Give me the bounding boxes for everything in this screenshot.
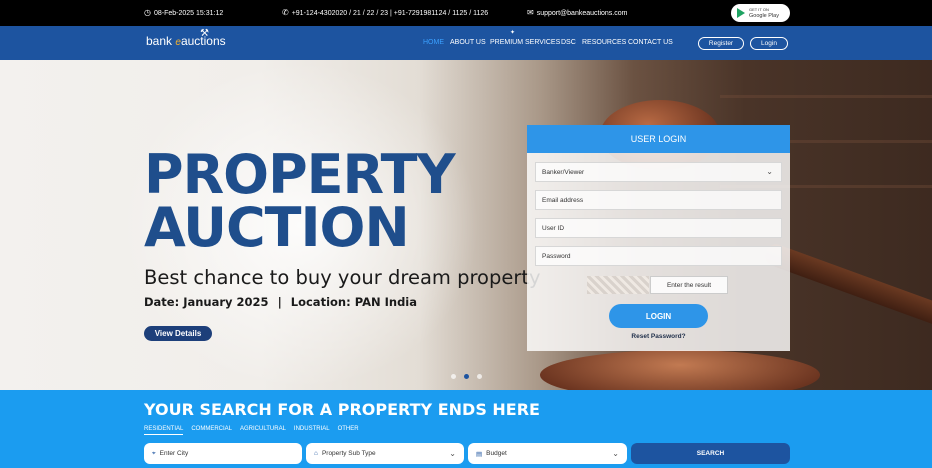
- nav-resources[interactable]: RESOURCES: [582, 39, 626, 46]
- chevron-down-icon: ⌄: [449, 449, 456, 458]
- hero-meta: Date: January 2025 | Location: PAN India: [144, 295, 417, 309]
- gplay-big-text: Google Play: [749, 13, 779, 19]
- subtype-value: Property Sub Type: [321, 450, 376, 457]
- nav-home[interactable]: HOME: [423, 39, 444, 46]
- budget-icon: ▤: [476, 450, 483, 458]
- google-play-icon: [737, 8, 745, 18]
- gavel-icon: ⚒: [200, 28, 209, 39]
- captcha-image: [587, 276, 649, 294]
- hero-separator: |: [277, 295, 282, 309]
- budget-select[interactable]: ▤ Budget ⌄: [468, 443, 627, 464]
- main-nav: bank eauctions ⚒ HOME ABOUT US PREMIUM S…: [0, 26, 932, 60]
- hero-subtitle: Best chance to buy your dream property: [144, 266, 541, 289]
- carousel-dot-active[interactable]: [464, 374, 469, 379]
- shelf-line: [720, 95, 932, 98]
- email-text: support@bankeauctions.com: [536, 9, 628, 17]
- search-title: YOUR SEARCH FOR A PROPERTY ENDS HERE: [144, 400, 540, 419]
- hero-date: Date: January 2025: [144, 295, 269, 309]
- phone-icon: ✆: [282, 8, 289, 17]
- property-subtype-select[interactable]: ⌂ Property Sub Type ⌄: [306, 443, 464, 464]
- password-placeholder: Password: [542, 252, 571, 260]
- google-play-badge[interactable]: GET IT ON Google Play: [731, 4, 790, 22]
- city-placeholder: Enter City: [159, 450, 189, 457]
- mail-icon: ✉: [527, 8, 534, 17]
- tab-agricultural[interactable]: AGRICULTURAL: [240, 426, 286, 435]
- building-icon: ⌂: [314, 450, 318, 457]
- reset-password-link[interactable]: Reset Password?: [527, 333, 790, 340]
- hero-title: PROPERTY AUCTION: [144, 143, 456, 259]
- email-placeholder: Email address: [542, 196, 584, 204]
- nav-contact-us[interactable]: CONTACT US: [628, 39, 673, 46]
- nav-about-us[interactable]: ABOUT US: [450, 39, 486, 46]
- chevron-down-icon: ⌄: [612, 449, 619, 458]
- role-select[interactable]: Banker/Viewer ⌄: [535, 162, 782, 182]
- gavel-sound-block-image: [540, 350, 820, 390]
- search-button[interactable]: SEARCH: [631, 443, 790, 464]
- site-logo[interactable]: bank eauctions ⚒: [146, 28, 226, 48]
- carousel-dot[interactable]: [477, 374, 482, 379]
- nav-dsc[interactable]: DSC: [561, 39, 576, 46]
- login-title: USER LOGIN: [527, 125, 790, 153]
- logo-prefix: bank: [146, 34, 173, 48]
- userid-field[interactable]: User ID: [535, 218, 782, 238]
- chevron-down-icon: ⌄: [766, 167, 773, 176]
- phone-text: +91-124-4302020 / 21 / 22 / 23 | +91-729…: [291, 9, 489, 17]
- datetime: ◷ 08-Feb-2025 15:31:12: [144, 9, 223, 17]
- clock-icon: ◷: [144, 8, 151, 17]
- tab-industrial[interactable]: INDUSTRIAL: [294, 426, 330, 435]
- login-submit-button[interactable]: LOGIN: [609, 304, 708, 328]
- register-button[interactable]: Register: [698, 37, 744, 50]
- top-bar: ◷ 08-Feb-2025 15:31:12 ✆ +91-124-4302020…: [0, 0, 932, 26]
- support-email[interactable]: ✉ support@bankeauctions.com: [527, 9, 627, 17]
- premium-sparkle-icon: ✦: [510, 30, 516, 36]
- location-pin-icon: ⌖: [152, 449, 156, 457]
- email-field[interactable]: Email address: [535, 190, 782, 210]
- carousel-dots: [451, 374, 482, 379]
- role-select-value: Banker/Viewer: [542, 168, 585, 176]
- hero-location: Location: PAN India: [290, 295, 418, 309]
- phone-numbers[interactable]: ✆ +91-124-4302020 / 21 / 22 / 23 | +91-7…: [282, 9, 488, 17]
- datetime-text: 08-Feb-2025 15:31:12: [153, 9, 224, 17]
- tab-other[interactable]: OTHER: [338, 426, 359, 435]
- tab-residential[interactable]: RESIDENTIAL: [144, 426, 184, 435]
- view-details-button[interactable]: View Details: [144, 326, 212, 341]
- hero-banner: PROPERTY AUCTION Best chance to buy your…: [0, 60, 932, 390]
- city-input[interactable]: ⌖ Enter City: [144, 443, 302, 464]
- carousel-dot[interactable]: [451, 374, 456, 379]
- userid-placeholder: User ID: [542, 224, 565, 232]
- property-search-section: YOUR SEARCH FOR A PROPERTY ENDS HERE RES…: [0, 390, 932, 468]
- password-field[interactable]: Password: [535, 246, 782, 266]
- hero-title-line2: AUCTION: [144, 196, 410, 259]
- user-login-panel: USER LOGIN Banker/Viewer ⌄ Email address…: [527, 125, 790, 351]
- hero-title-line1: PROPERTY: [144, 143, 456, 206]
- budget-value: Budget: [486, 450, 507, 457]
- property-type-tabs: RESIDENTIAL COMMERCIAL AGRICULTURAL INDU…: [144, 426, 359, 435]
- captcha-result-input[interactable]: Enter the result: [650, 276, 728, 294]
- login-button[interactable]: Login: [750, 37, 788, 50]
- tab-commercial[interactable]: COMMERCIAL: [191, 426, 232, 435]
- nav-premium-services[interactable]: PREMIUM SERVICES: [490, 39, 560, 46]
